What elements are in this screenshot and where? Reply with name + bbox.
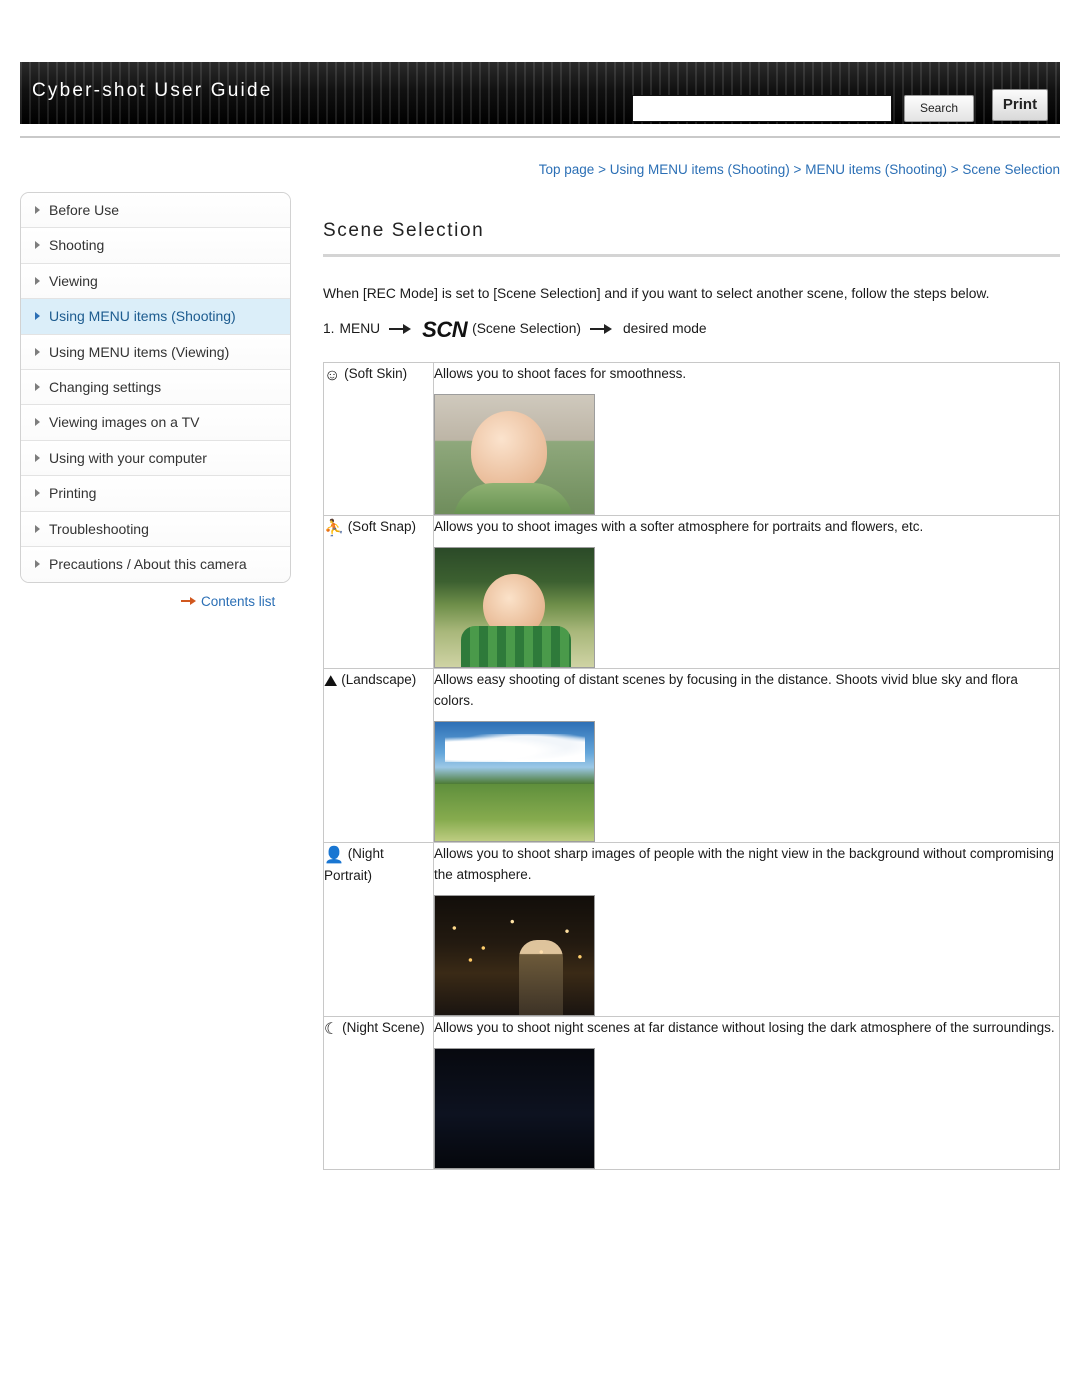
night-portrait-icon: 👤 <box>324 847 344 864</box>
sidebar-item-troubleshooting[interactable]: Troubleshooting <box>21 511 290 547</box>
sidebar-item-changing-settings[interactable]: Changing settings <box>21 369 290 406</box>
breadcrumb: Top page > Using MENU items (Shooting) >… <box>323 162 1060 177</box>
sidebar-item-label: Changing settings <box>49 378 162 395</box>
night-scene-icon: ☾ <box>324 1021 339 1038</box>
chevron-right-icon <box>35 382 40 391</box>
intro-paragraph: When [REC Mode] is set to [Scene Selecti… <box>323 286 990 301</box>
chevron-right-icon <box>35 206 40 214</box>
soft-skin-icon: ☺ <box>324 367 341 384</box>
table-row: ⛹ (Soft Snap) Allows you to shoot images… <box>323 515 1060 669</box>
print-button[interactable]: Print <box>992 89 1048 121</box>
sidebar-item-using-with-your-computer[interactable]: Using with your computer <box>21 440 290 477</box>
scene-icon-cell: 👤 (Night Portrait) <box>323 842 434 1017</box>
landscape-icon: ⛰ <box>324 673 338 690</box>
scene-description-cell: Allows you to shoot sharp images of peop… <box>433 842 1060 1017</box>
site-header: Cyber-shot User Guide Search Print <box>20 62 1060 124</box>
arrow-right-icon <box>590 324 614 334</box>
step-tail: desired mode <box>623 321 707 336</box>
night-portrait-sample-photo <box>434 895 595 1016</box>
scene-description-cell: Allows you to shoot images with a softer… <box>433 515 1060 669</box>
page-title: Scene Selection <box>323 220 485 241</box>
sidebar-item-label: Using MENU items (Shooting) <box>49 308 236 325</box>
scn-caption: (Scene Selection) <box>472 321 581 336</box>
scene-description-cell: Allows you to shoot faces for smoothness… <box>433 362 1060 516</box>
sidebar-item-label: Shooting <box>49 237 105 254</box>
scene-description: Allows easy shooting of distant scenes b… <box>434 672 1018 708</box>
scene-description-cell: Allows easy shooting of distant scenes b… <box>433 668 1060 843</box>
chevron-right-icon <box>35 524 40 533</box>
scene-mode-table: ☺ (Soft Skin) Allows you to shoot faces … <box>323 362 1060 1170</box>
sidebar-item-shooting[interactable]: Shooting <box>21 228 290 264</box>
table-row: 👤 (Night Portrait) Allows you to shoot s… <box>323 842 1060 1017</box>
sidebar-item-label: Printing <box>49 485 97 502</box>
scene-description: Allows you to shoot sharp images of peop… <box>434 846 1054 882</box>
step-instruction: 1. MENU SCN (Scene Selection) desired mo… <box>323 317 1060 342</box>
table-row: ☺ (Soft Skin) Allows you to shoot faces … <box>323 362 1060 516</box>
sidebar-item-label: Viewing <box>49 272 98 289</box>
site-title: Cyber-shot User Guide <box>32 80 273 101</box>
soft-skin-sample-photo <box>434 394 595 515</box>
landscape-sample-photo <box>434 721 595 842</box>
breadcrumb-item-using-menu-shooting[interactable]: Using MENU items (Shooting) <box>610 162 790 177</box>
chevron-right-icon <box>35 559 40 568</box>
sidebar-item-label: Viewing images on a TV <box>49 414 200 431</box>
sidebar-item-label: Troubleshooting <box>49 520 149 537</box>
scene-name-label: (Soft Skin) <box>344 366 408 381</box>
chevron-right-icon <box>35 489 40 498</box>
scene-icon-cell: ☾ (Night Scene) <box>323 1016 434 1170</box>
scene-icon-cell: ⛰ (Landscape) <box>323 668 434 843</box>
scene-name-label: (Landscape) <box>341 672 417 687</box>
scene-description: Allows you to shoot faces for smoothness… <box>434 366 687 381</box>
scn-icon: SCN <box>422 317 468 342</box>
sidebar-item-printing[interactable]: Printing <box>21 476 290 512</box>
scene-icon-cell: ☺ (Soft Skin) <box>323 362 434 516</box>
breadcrumb-separator: > <box>950 162 959 177</box>
sidebar-item-label: Before Use <box>49 202 120 218</box>
contents-list-label: Contents list <box>201 594 276 609</box>
title-divider <box>323 254 1060 257</box>
search-box[interactable] <box>632 95 892 122</box>
scene-description: Allows you to shoot images with a softer… <box>434 519 924 534</box>
chevron-right-icon <box>35 241 40 250</box>
breadcrumb-item-scene-selection: Scene Selection <box>962 162 1060 177</box>
scene-description-cell: Allows you to shoot night scenes at far … <box>433 1016 1060 1170</box>
sidebar-item-label: Using with your computer <box>49 449 207 466</box>
chevron-right-icon <box>35 276 40 285</box>
chevron-right-icon <box>35 347 40 356</box>
main-content: Scene Selection When [REC Mode] is set t… <box>323 220 1060 1170</box>
header-divider <box>20 136 1060 138</box>
soft-snap-sample-photo <box>434 547 595 668</box>
sidebar-nav: Before Use Shooting Viewing Using MENU i… <box>20 192 291 584</box>
menu-label: MENU <box>339 321 381 336</box>
step-number: 1. <box>323 321 335 336</box>
breadcrumb-item-menu-items-shooting[interactable]: MENU items (Shooting) <box>805 162 947 177</box>
contents-list-link[interactable]: Contents list <box>181 594 275 609</box>
sidebar-item-before-use[interactable]: Before Use <box>21 193 290 229</box>
arrow-right-icon <box>389 324 413 334</box>
breadcrumb-separator: > <box>793 162 802 177</box>
sidebar-item-label: Precautions / About this camera <box>49 555 247 572</box>
sidebar-item-using-menu-items-shooting[interactable]: Using MENU items (Shooting) <box>21 299 290 335</box>
soft-snap-icon: ⛹ <box>324 520 344 537</box>
sidebar-item-using-menu-items-viewing[interactable]: Using MENU items (Viewing) <box>21 334 290 370</box>
search-input[interactable] <box>633 96 891 121</box>
breadcrumb-item-top[interactable]: Top page <box>539 162 595 177</box>
search-button[interactable]: Search <box>904 95 974 122</box>
chevron-right-icon <box>35 312 40 321</box>
sidebar-item-label: Using MENU items (Viewing) <box>49 343 230 360</box>
night-scene-sample-photo <box>434 1048 595 1169</box>
scene-icon-cell: ⛹ (Soft Snap) <box>323 515 434 669</box>
sidebar-item-viewing[interactable]: Viewing <box>21 263 290 300</box>
arrow-right-icon <box>181 597 197 606</box>
table-row: ☾ (Night Scene) Allows you to shoot nigh… <box>323 1016 1060 1170</box>
chevron-right-icon <box>35 418 40 427</box>
chevron-right-icon <box>35 453 40 462</box>
breadcrumb-separator: > <box>598 162 606 177</box>
scene-description: Allows you to shoot night scenes at far … <box>434 1020 1055 1035</box>
scene-name-label: (Soft Snap) <box>347 519 416 534</box>
sidebar-item-precautions-about-this-camera[interactable]: Precautions / About this camera <box>21 546 290 583</box>
table-row: ⛰ (Landscape) Allows easy shooting of di… <box>323 668 1060 843</box>
scene-name-label: (Night Scene) <box>342 1020 425 1035</box>
sidebar-item-viewing-images-on-a-tv[interactable]: Viewing images on a TV <box>21 405 290 441</box>
